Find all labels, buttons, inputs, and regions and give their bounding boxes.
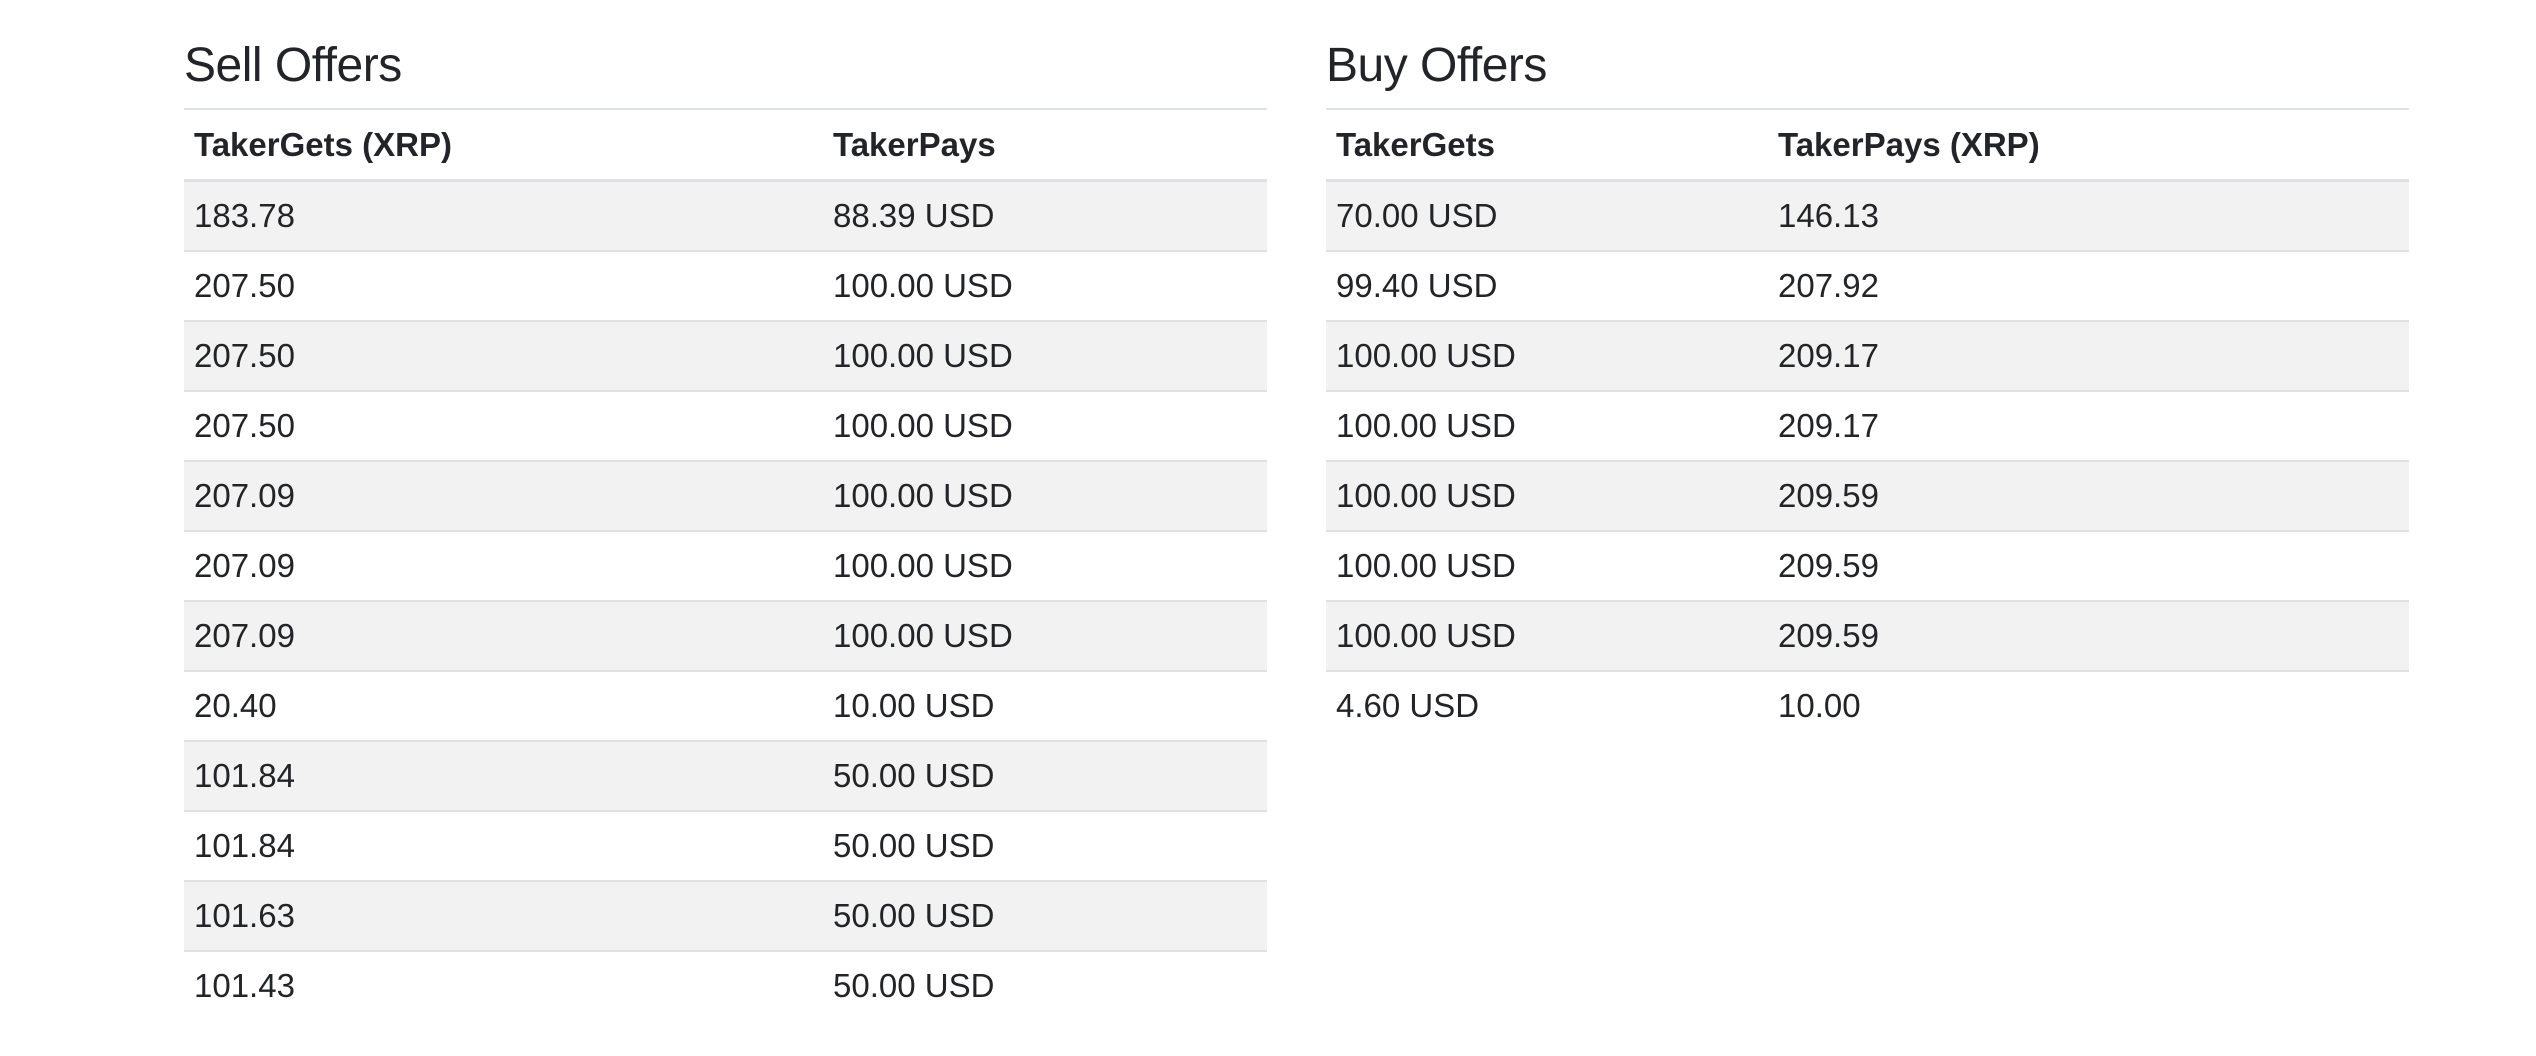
buy-offers-title: Buy Offers	[1326, 39, 1547, 92]
sell-offers-title: Sell Offers	[184, 39, 402, 92]
taker-pays-cell: 50.00 USD	[823, 810, 1267, 881]
table-row: 101.63 50.00 USD	[184, 880, 1267, 951]
buy-offers-body: 70.00 USD 146.13 99.40 USD 207.92 100.00 USD…	[1326, 180, 2409, 740]
table-row: 101.84 50.00 USD	[184, 810, 1267, 881]
taker-gets-cell: 99.40 USD	[1326, 250, 1768, 321]
column-header-taker-gets: TakerGets	[1326, 108, 1768, 182]
table-row: 4.60 USD 10.00	[1326, 670, 2409, 740]
taker-gets-cell: 207.50	[184, 250, 823, 321]
table-header-row: TakerGets (XRP) TakerPays	[184, 108, 1267, 182]
table-row: 207.50 100.00 USD	[184, 390, 1267, 461]
taker-pays-cell: 100.00 USD	[823, 600, 1267, 671]
taker-gets-cell: 183.78	[184, 180, 823, 251]
taker-gets-cell: 100.00 USD	[1326, 600, 1768, 671]
taker-gets-cell: 4.60 USD	[1326, 670, 1768, 740]
taker-gets-cell: 100.00 USD	[1326, 530, 1768, 601]
taker-pays-cell: 50.00 USD	[823, 950, 1267, 1020]
taker-gets-cell: 100.00 USD	[1326, 320, 1768, 391]
taker-pays-cell: 50.00 USD	[823, 880, 1267, 951]
table-row: 100.00 USD 209.59	[1326, 460, 2409, 531]
taker-gets-cell: 100.00 USD	[1326, 460, 1768, 531]
table-row: 207.09 100.00 USD	[184, 460, 1267, 531]
taker-gets-cell: 100.00 USD	[1326, 390, 1768, 461]
table-row: 100.00 USD 209.59	[1326, 600, 2409, 671]
taker-gets-cell: 207.09	[184, 600, 823, 671]
taker-pays-cell: 209.59	[1768, 530, 2409, 601]
table-row: 207.09 100.00 USD	[184, 600, 1267, 671]
taker-pays-cell: 10.00	[1768, 670, 2409, 740]
taker-gets-cell: 101.43	[184, 950, 823, 1020]
taker-pays-cell: 100.00 USD	[823, 250, 1267, 321]
sell-offers-body: 183.78 88.39 USD 207.50 100.00 USD 207.50 100…	[184, 180, 1267, 1020]
taker-gets-cell: 101.63	[184, 880, 823, 951]
taker-pays-cell: 10.00 USD	[823, 670, 1267, 741]
taker-gets-cell: 20.40	[184, 670, 823, 741]
taker-pays-cell: 209.59	[1768, 600, 2409, 671]
table-row: 207.09 100.00 USD	[184, 530, 1267, 601]
table-row: 101.43 50.00 USD	[184, 950, 1267, 1020]
taker-pays-cell: 146.13	[1768, 180, 2409, 251]
taker-gets-cell: 70.00 USD	[1326, 180, 1768, 251]
column-header-taker-pays: TakerPays (XRP)	[1768, 108, 2409, 182]
table-row: 207.50 100.00 USD	[184, 320, 1267, 391]
taker-pays-cell: 209.17	[1768, 320, 2409, 391]
table-row: 100.00 USD 209.59	[1326, 530, 2409, 601]
table-row: 100.00 USD 209.17	[1326, 390, 2409, 461]
taker-pays-cell: 100.00 USD	[823, 320, 1267, 391]
taker-gets-cell: 101.84	[184, 740, 823, 811]
table-row: 99.40 USD 207.92	[1326, 250, 2409, 321]
table-row: 207.50 100.00 USD	[184, 250, 1267, 321]
table-header-row: TakerGets TakerPays (XRP)	[1326, 108, 2409, 182]
taker-pays-cell: 209.17	[1768, 390, 2409, 461]
taker-pays-cell: 207.92	[1768, 250, 2409, 321]
column-header-taker-pays: TakerPays	[823, 108, 1267, 182]
taker-gets-cell: 207.09	[184, 460, 823, 531]
taker-gets-cell: 207.09	[184, 530, 823, 601]
sell-offers-table: TakerGets (XRP) TakerPays 183.78 88.39 US…	[184, 108, 1267, 1020]
buy-offers-table: TakerGets TakerPays (XRP) 70.00 USD 146.1…	[1326, 108, 2409, 740]
table-row: 20.40 10.00 USD	[184, 670, 1267, 741]
taker-pays-cell: 100.00 USD	[823, 460, 1267, 531]
table-row: 70.00 USD 146.13	[1326, 180, 2409, 251]
column-header-taker-gets: TakerGets (XRP)	[184, 108, 823, 182]
taker-pays-cell: 88.39 USD	[823, 180, 1267, 251]
taker-pays-cell: 100.00 USD	[823, 390, 1267, 461]
table-row: 100.00 USD 209.17	[1326, 320, 2409, 391]
taker-gets-cell: 101.84	[184, 810, 823, 881]
taker-pays-cell: 100.00 USD	[823, 530, 1267, 601]
taker-gets-cell: 207.50	[184, 390, 823, 461]
taker-pays-cell: 50.00 USD	[823, 740, 1267, 811]
table-row: 101.84 50.00 USD	[184, 740, 1267, 811]
taker-pays-cell: 209.59	[1768, 460, 2409, 531]
taker-gets-cell: 207.50	[184, 320, 823, 391]
sell-offers-panel: Sell Offers TakerGets (XRP) TakerPays 18…	[184, 0, 1267, 1020]
buy-offers-panel: Buy Offers TakerGets TakerPays (XRP) 70.…	[1326, 0, 2409, 740]
table-row: 183.78 88.39 USD	[184, 180, 1267, 251]
